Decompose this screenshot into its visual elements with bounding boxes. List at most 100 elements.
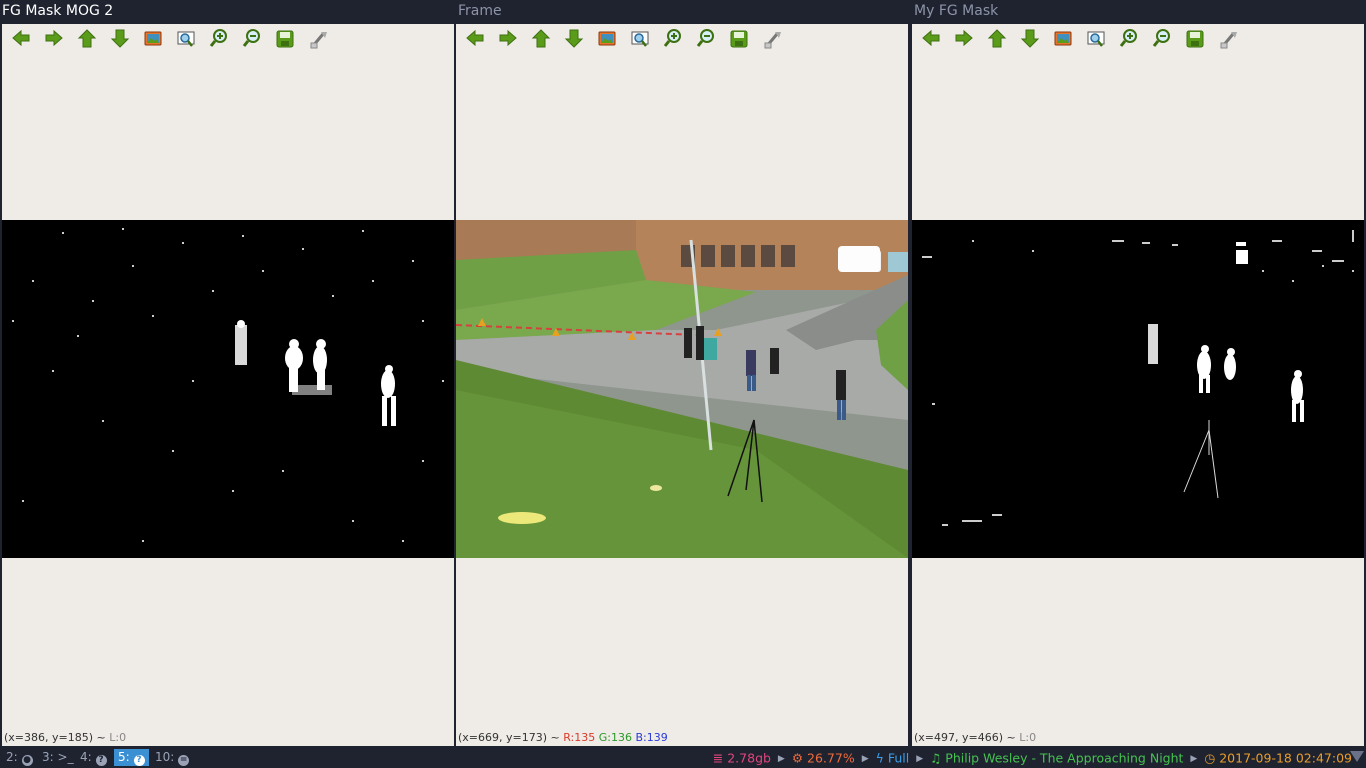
level-value: L:0	[109, 731, 127, 744]
zoom-in-button[interactable]	[660, 27, 686, 51]
properties-button[interactable]	[759, 27, 785, 51]
properties-icon	[1220, 32, 1237, 49]
save-button[interactable]	[1182, 27, 1208, 51]
pan-left-icon	[12, 29, 30, 47]
video-frame-image	[456, 220, 908, 558]
pan-up-button[interactable]	[984, 27, 1010, 51]
window-title: FG Mask MOG 2	[2, 3, 114, 19]
pan-down-icon	[564, 29, 584, 48]
zoom-in-button[interactable]	[1116, 27, 1142, 51]
memory-value: 2.78gb	[727, 750, 771, 766]
zoom-out-icon	[696, 29, 714, 47]
pan-right-icon	[955, 29, 973, 47]
workspace-5[interactable]: 5: ?	[114, 749, 149, 766]
save-button[interactable]	[726, 27, 752, 51]
pan-up-icon	[531, 29, 551, 48]
image-view[interactable]	[2, 220, 454, 558]
workspace-label: 10:	[155, 750, 175, 764]
status-separator: ~	[550, 731, 560, 744]
pan-right-icon	[45, 29, 63, 47]
zoom-to-window-button[interactable]	[627, 27, 653, 51]
zoom-in-button[interactable]	[206, 27, 232, 51]
clock-icon: ◷	[1204, 750, 1216, 766]
battery-value: Full	[887, 750, 910, 766]
properties-button[interactable]	[1215, 27, 1241, 51]
window-fg-mask-mog2: FG Mask MOG 2 (x=386, y=185) ~ L:0	[0, 0, 454, 746]
tray-triangle-icon[interactable]	[1350, 751, 1364, 762]
zoom-in-icon	[1119, 29, 1137, 47]
pan-right-button[interactable]	[41, 27, 67, 51]
zoom-out-button[interactable]	[693, 27, 719, 51]
status-line: (x=497, y=466) ~ L:0	[914, 731, 1036, 744]
pan-left-button[interactable]	[918, 27, 944, 51]
zoom-out-button[interactable]	[1149, 27, 1175, 51]
zoom-in-icon	[663, 29, 681, 47]
zoom-out-icon	[242, 29, 260, 47]
properties-button[interactable]	[305, 27, 331, 51]
zoom-out-icon	[1152, 29, 1170, 47]
unknown-app-icon: ?	[133, 755, 145, 766]
pan-left-button[interactable]	[8, 27, 34, 51]
pan-up-button[interactable]	[528, 27, 554, 51]
separator-arrow-icon: ▶	[861, 753, 869, 764]
zoom-reset-button[interactable]	[594, 27, 620, 51]
pan-down-button[interactable]	[107, 27, 133, 51]
foreground-mask-image	[912, 220, 1364, 558]
pan-right-button[interactable]	[951, 27, 977, 51]
window-pane: (x=669, y=173) ~ R:135 G:136 B:139	[456, 24, 908, 746]
blue-value: B:139	[635, 731, 668, 744]
workspace-label: 2:	[6, 750, 18, 764]
pan-down-icon	[110, 29, 130, 48]
pan-up-icon	[77, 29, 97, 48]
image-view[interactable]	[456, 220, 908, 558]
foreground-mask-image	[2, 220, 454, 558]
workspace-10[interactable]: 10: =	[151, 749, 193, 766]
menu-icon: =	[178, 755, 190, 766]
status-separator: ~	[96, 731, 106, 744]
toolbar	[2, 24, 454, 54]
toolbar	[912, 24, 1364, 54]
image-view[interactable]	[912, 220, 1364, 558]
zoom-reset-icon	[144, 31, 162, 46]
music-note-icon: ♫	[930, 750, 942, 766]
pan-down-button[interactable]	[1017, 27, 1043, 51]
properties-icon	[764, 32, 781, 49]
workspace-label: 5:	[118, 750, 130, 764]
workspace-3[interactable]: 3: >_	[38, 749, 78, 766]
zoom-out-button[interactable]	[239, 27, 265, 51]
status-separator: ~	[1006, 731, 1016, 744]
pan-up-button[interactable]	[74, 27, 100, 51]
workspace-label: 3:	[42, 750, 54, 764]
status-line: (x=386, y=185) ~ L:0	[4, 731, 126, 744]
window-title: My FG Mask	[914, 3, 999, 19]
save-icon	[1186, 30, 1204, 48]
cursor-coordinates: (x=669, y=173)	[458, 731, 548, 744]
workspace-4[interactable]: 4: ?	[76, 749, 111, 766]
save-icon	[276, 30, 294, 48]
save-button[interactable]	[272, 27, 298, 51]
workspace-2[interactable]: 2: ●	[2, 749, 37, 766]
now-playing: Philip Wesley - The Approaching Night	[945, 750, 1184, 766]
pan-right-icon	[499, 29, 517, 47]
pan-left-button[interactable]	[462, 27, 488, 51]
zoom-to-window-icon	[631, 31, 649, 47]
window-title: Frame	[458, 3, 502, 19]
cpu-icon: ⚙	[791, 750, 804, 766]
datetime: 2017-09-18 02:47:09	[1219, 750, 1352, 766]
chrome-icon: ●	[21, 755, 33, 766]
cursor-coordinates: (x=386, y=185)	[4, 731, 94, 744]
level-value: L:0	[1019, 731, 1037, 744]
zoom-reset-button[interactable]	[140, 27, 166, 51]
workspace-label: 4:	[80, 750, 92, 764]
zoom-to-window-button[interactable]	[1083, 27, 1109, 51]
pan-down-button[interactable]	[561, 27, 587, 51]
pan-up-icon	[987, 29, 1007, 48]
zoom-to-window-button[interactable]	[173, 27, 199, 51]
properties-icon	[310, 32, 327, 49]
pan-right-button[interactable]	[495, 27, 521, 51]
status-bar: 2: ● 3: >_ 4: ? 5: ? 10: = ≣ 2.78gb ▶ ⚙ …	[0, 748, 1366, 768]
pan-down-icon	[1020, 29, 1040, 48]
status-blocks: ≣ 2.78gb ▶ ⚙ 26.77% ▶ ϟ Full ▶ ♫ Philip …	[713, 749, 1352, 767]
zoom-reset-button[interactable]	[1050, 27, 1076, 51]
pan-left-icon	[922, 29, 940, 47]
